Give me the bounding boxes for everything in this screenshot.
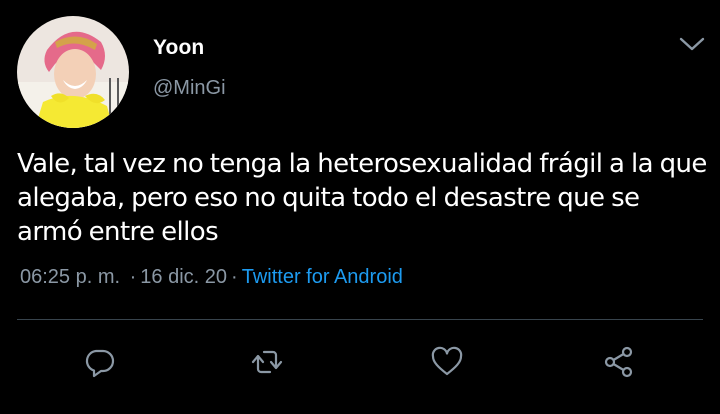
tweet-time: 06:25 p. m. xyxy=(20,266,121,288)
reply-icon[interactable] xyxy=(83,345,117,379)
avatar-image xyxy=(17,16,129,128)
display-name[interactable]: Yoon xyxy=(153,36,204,60)
tweet-metadata: 06:25 p. m. · 16 dic. 20 · Twitter for Andr… xyxy=(20,266,403,289)
share-icon[interactable] xyxy=(602,345,636,379)
tweet-card: Yoon @MinGi Vale, tal vez no tenga la he… xyxy=(0,0,720,414)
meta-separator: · xyxy=(231,266,238,288)
retweet-icon[interactable] xyxy=(250,345,284,379)
avatar[interactable] xyxy=(17,16,129,128)
user-handle[interactable]: @MinGi xyxy=(153,77,226,100)
like-icon[interactable] xyxy=(430,345,464,379)
tweet-date: 16 dic. 20 xyxy=(140,266,228,288)
chevron-down-icon[interactable] xyxy=(677,34,707,54)
tweet-source-link[interactable]: Twitter for Android xyxy=(242,266,403,288)
tweet-text: Vale, tal vez no tenga la heterosexualid… xyxy=(17,149,707,247)
divider xyxy=(17,319,703,320)
meta-separator: · xyxy=(129,266,137,288)
